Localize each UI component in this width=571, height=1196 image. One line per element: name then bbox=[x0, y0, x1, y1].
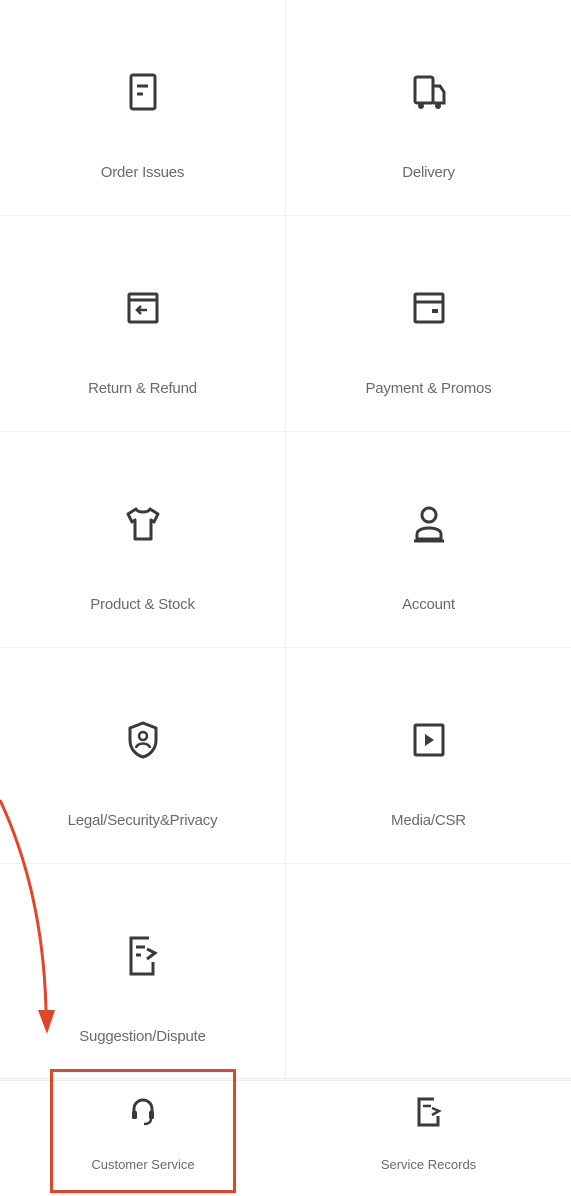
return-box-icon bbox=[123, 288, 163, 328]
records-document-icon bbox=[414, 1097, 444, 1127]
shield-user-icon bbox=[123, 720, 163, 760]
service-records-label: Service Records bbox=[380, 1157, 477, 1172]
help-category-grid: Order Issues Delivery Return & Refund Pa… bbox=[0, 0, 571, 1079]
category-label: Return & Refund bbox=[88, 380, 197, 397]
category-media-csr[interactable]: Media/CSR bbox=[286, 648, 571, 864]
wallet-card-icon bbox=[409, 288, 449, 328]
media-play-icon bbox=[409, 720, 449, 760]
empty-grid-cell bbox=[286, 864, 571, 1079]
order-document-icon bbox=[123, 72, 163, 112]
category-suggestion-dispute[interactable]: Suggestion/Dispute bbox=[0, 864, 286, 1079]
category-label: Delivery bbox=[402, 164, 455, 181]
category-return-refund[interactable]: Return & Refund bbox=[0, 216, 286, 432]
shirt-icon bbox=[123, 504, 163, 544]
category-label: Legal/Security&Privacy bbox=[67, 812, 218, 829]
category-label: Product & Stock bbox=[90, 596, 195, 613]
delivery-truck-icon bbox=[409, 72, 449, 112]
category-order-issues[interactable]: Order Issues bbox=[0, 0, 286, 216]
category-label: Media/CSR bbox=[391, 812, 466, 829]
category-label: Order Issues bbox=[100, 164, 185, 181]
customer-service-label: Customer Service bbox=[91, 1157, 195, 1172]
bottom-action-bar: Customer Service Service Records bbox=[0, 1080, 571, 1196]
category-product-stock[interactable]: Product & Stock bbox=[0, 432, 286, 648]
feedback-document-icon bbox=[123, 936, 163, 976]
category-delivery[interactable]: Delivery bbox=[286, 0, 571, 216]
category-label: Suggestion/Dispute bbox=[79, 1028, 206, 1045]
service-records-button[interactable]: Service Records bbox=[286, 1081, 571, 1196]
category-label: Payment & Promos bbox=[365, 380, 492, 397]
user-icon bbox=[409, 504, 449, 544]
category-payment-promos[interactable]: Payment & Promos bbox=[286, 216, 571, 432]
customer-service-button[interactable]: Customer Service bbox=[0, 1081, 286, 1196]
category-label: Account bbox=[402, 596, 455, 613]
headset-icon bbox=[128, 1097, 158, 1127]
help-center-page: Order Issues Delivery Return & Refund Pa… bbox=[0, 0, 571, 1196]
category-legal-security-privacy[interactable]: Legal/Security&Privacy bbox=[0, 648, 286, 864]
category-account[interactable]: Account bbox=[286, 432, 571, 648]
